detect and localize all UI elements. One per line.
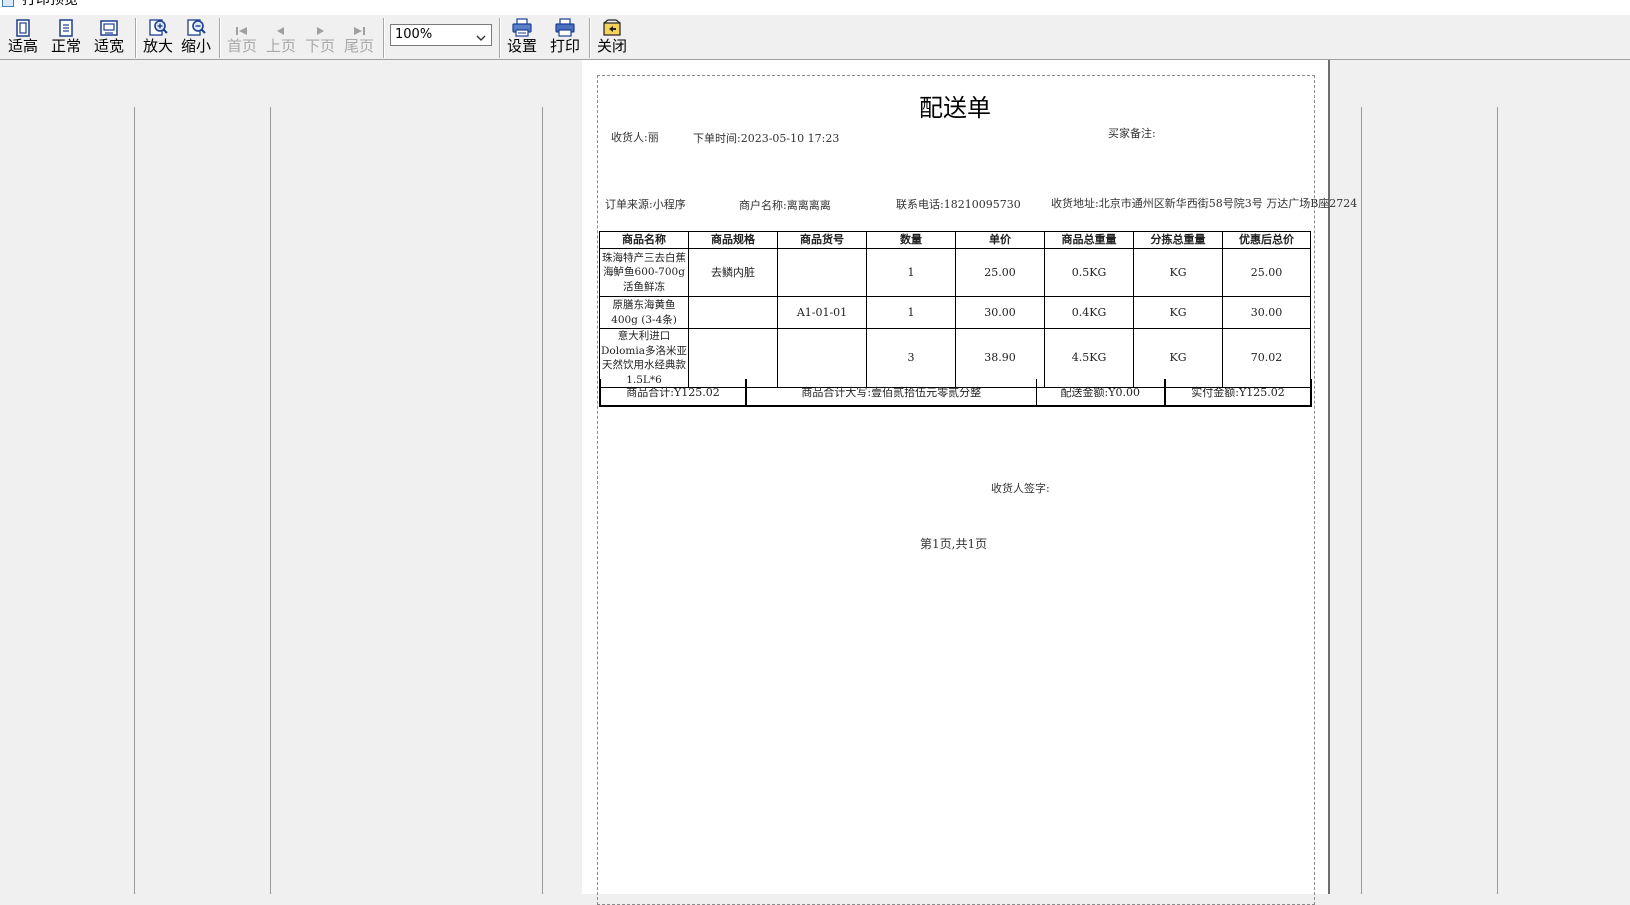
table-row: 原膳东海黄鱼400g (3-4条) A1-01-01 1 30.00 0.4KG…	[599, 296, 1311, 329]
print-preview-app-icon	[2, 0, 14, 7]
column-header: 商品货号	[777, 231, 867, 249]
paid-amount-cell: 实付金额:Y125.02	[1164, 379, 1312, 407]
zoom-out-icon	[177, 18, 215, 38]
table-row: 珠海特产三去白蕉海鲈鱼600-700g 活鱼鲜冻 去鳞内脏 1 25.00 0.…	[599, 248, 1311, 297]
table-header-row: 商品名称 商品规格 商品货号 数量 单价 商品总重量 分拣总重量 优惠后总价	[599, 231, 1311, 249]
order-summary-table: 商品合计:Y125.02 商品合计大写:壹佰贰拾伍元零贰分整 配送金额:Y0.0…	[599, 379, 1312, 407]
table-cell: 30.00	[1222, 296, 1311, 329]
toolbar-separator	[383, 18, 384, 58]
page-info: 第1页,共1页	[920, 537, 988, 551]
close-button[interactable]: 关闭	[593, 18, 631, 58]
column-header: 数量	[866, 231, 956, 249]
fit-height-icon	[4, 18, 42, 38]
zoom-in-icon	[139, 18, 177, 38]
table-cell	[688, 296, 778, 329]
summary-row: 商品合计:Y125.02 商品合计大写:壹佰贰拾伍元零贰分整 配送金额:Y0.0…	[599, 379, 1312, 407]
table-cell: 珠海特产三去白蕉海鲈鱼600-700g 活鱼鲜冻	[599, 248, 689, 297]
table-cell: 30.00	[955, 296, 1045, 329]
address-field: 收货地址:北京市通州区新华西街58号院3号 万达广场B座2724	[1051, 197, 1358, 210]
column-header: 商品规格	[688, 231, 778, 249]
zoom-value: 100%	[395, 27, 433, 42]
subtotal-cell: 商品合计:Y125.02	[599, 379, 747, 407]
order-items-table: 商品名称 商品规格 商品货号 数量 单价 商品总重量 分拣总重量 优惠后总价 珠…	[599, 231, 1311, 388]
zoom-out-button[interactable]: 缩小	[177, 18, 215, 58]
first-page-button[interactable]: 首页	[223, 18, 261, 58]
fit-width-icon	[90, 18, 128, 38]
toolbar-separator	[499, 18, 500, 58]
buyer-note-field: 买家备注:	[1108, 127, 1156, 140]
normal-size-button[interactable]: 正常	[47, 18, 85, 58]
document-title: 配送单	[919, 94, 991, 122]
table-cell: 1	[866, 248, 956, 297]
zoom-in-button[interactable]: 放大	[139, 18, 177, 58]
table-cell: 去鳞内脏	[688, 248, 778, 297]
toolbar-separator	[589, 18, 590, 58]
subtotal-upper-cell: 商品合计大写:壹佰贰拾伍元零贰分整	[745, 379, 1037, 407]
zoom-select[interactable]: 100%	[390, 24, 492, 46]
table-cell: KG	[1133, 296, 1223, 329]
delivery-fee-cell: 配送金额:Y0.00	[1035, 379, 1166, 407]
table-cell: 0.5KG	[1044, 248, 1134, 297]
order-source-field: 订单来源:小程序	[605, 198, 686, 211]
normal-size-icon	[47, 18, 85, 38]
table-cell: 25.00	[955, 248, 1045, 297]
prev-page-icon	[262, 18, 300, 38]
toolbar-separator	[135, 18, 136, 58]
table-cell: KG	[1133, 248, 1223, 297]
title-bar: 打印预览	[0, 0, 1630, 15]
preview-guide-line	[134, 107, 135, 894]
preview-guide-line	[542, 107, 543, 894]
last-page-button[interactable]: 尾页	[340, 18, 378, 58]
phone-field: 联系电话:18210095730	[896, 198, 1021, 211]
last-page-icon	[340, 18, 378, 38]
preview-guide-line	[1361, 107, 1362, 894]
table-cell	[777, 248, 867, 297]
close-icon	[593, 18, 631, 38]
window-title: 打印预览	[22, 0, 78, 8]
preview-guide-line	[1497, 107, 1498, 894]
table-cell: A1-01-01	[777, 296, 867, 329]
next-page-icon	[301, 18, 339, 38]
settings-icon	[503, 18, 541, 38]
chevron-down-icon	[475, 29, 487, 48]
order-time-field: 下单时间:2023-05-10 17:23	[693, 132, 840, 145]
column-header: 商品名称	[599, 231, 689, 249]
table-cell: 原膳东海黄鱼400g (3-4条)	[599, 296, 689, 329]
print-button[interactable]: 打印	[546, 18, 584, 58]
table-cell: 0.4KG	[1044, 296, 1134, 329]
fit-width-button[interactable]: 适宽	[90, 18, 128, 58]
toolbar: 适高 正常 适宽 放大 缩小 首页 上页 下页 尾页 100% 设置 打印 关闭	[0, 15, 1630, 60]
prev-page-button[interactable]: 上页	[262, 18, 300, 58]
column-header: 单价	[955, 231, 1045, 249]
column-header: 优惠后总价	[1222, 231, 1311, 249]
next-page-button[interactable]: 下页	[301, 18, 339, 58]
fit-height-button[interactable]: 适高	[4, 18, 42, 58]
preview-guide-line	[270, 107, 271, 894]
merchant-field: 商户名称:离离离离	[739, 199, 831, 212]
table-cell: 25.00	[1222, 248, 1311, 297]
signature-field: 收货人签字:	[991, 482, 1050, 495]
printer-icon	[546, 18, 584, 38]
column-header: 商品总重量	[1044, 231, 1134, 249]
receiver-field: 收货人:丽	[611, 131, 659, 144]
table-cell: 1	[866, 296, 956, 329]
column-header: 分拣总重量	[1133, 231, 1223, 249]
toolbar-separator	[219, 18, 220, 58]
first-page-icon	[223, 18, 261, 38]
settings-button[interactable]: 设置	[503, 18, 541, 58]
